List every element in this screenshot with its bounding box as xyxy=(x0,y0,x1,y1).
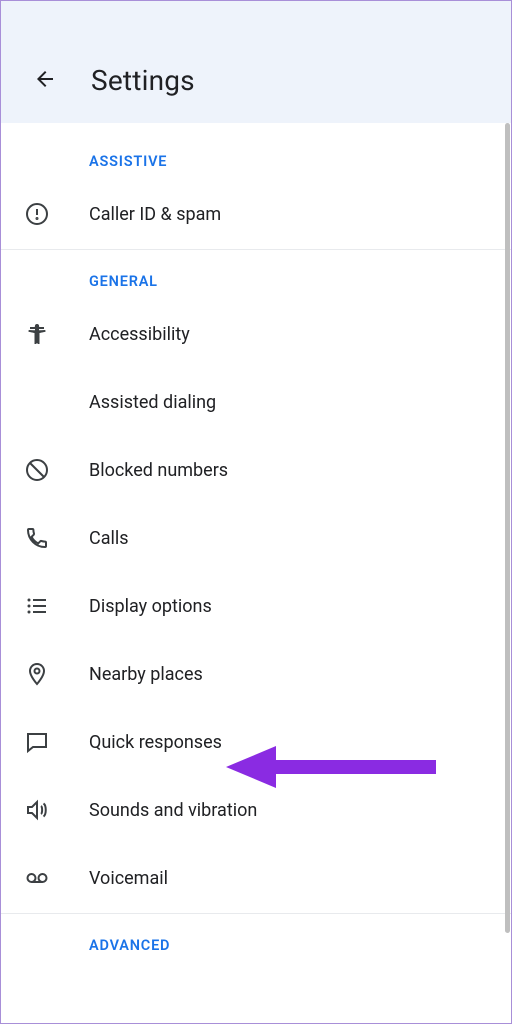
item-accessibility[interactable]: Accessibility xyxy=(1,300,511,368)
section-header-advanced: ADVANCED xyxy=(1,915,511,964)
scrollbar[interactable] xyxy=(505,123,510,933)
divider xyxy=(1,913,511,914)
item-label: Voicemail xyxy=(89,868,168,889)
section-header-general: GENERAL xyxy=(1,251,511,300)
settings-list: ASSISTIVE Caller ID & spam GENERAL Acces… xyxy=(1,123,511,964)
item-calls[interactable]: Calls xyxy=(1,504,511,572)
block-icon xyxy=(1,458,89,482)
location-icon xyxy=(1,662,89,686)
item-label: Assisted dialing xyxy=(89,392,216,413)
item-quick-responses[interactable]: Quick responses xyxy=(1,708,511,776)
item-label: Sounds and vibration xyxy=(89,800,257,821)
item-label: Caller ID & spam xyxy=(89,204,221,225)
divider xyxy=(1,249,511,250)
item-label: Calls xyxy=(89,528,129,549)
accessibility-icon xyxy=(1,322,89,346)
alert-circle-icon xyxy=(1,202,89,226)
item-label: Accessibility xyxy=(89,324,190,345)
speaker-icon xyxy=(1,798,89,822)
page-title: Settings xyxy=(91,64,195,97)
back-arrow-icon xyxy=(33,67,57,91)
item-label: Display options xyxy=(89,596,212,617)
item-voicemail[interactable]: Voicemail xyxy=(1,844,511,912)
header: Settings xyxy=(1,1,511,123)
item-display-options[interactable]: Display options xyxy=(1,572,511,640)
item-label: Nearby places xyxy=(89,664,203,685)
phone-icon xyxy=(1,526,89,550)
chat-icon xyxy=(1,730,89,754)
list-icon xyxy=(1,594,89,618)
item-assisted-dialing[interactable]: Assisted dialing xyxy=(1,368,511,436)
item-caller-id-spam[interactable]: Caller ID & spam xyxy=(1,180,511,248)
back-button[interactable] xyxy=(25,59,65,99)
voicemail-icon xyxy=(1,866,89,890)
item-sounds-vibration[interactable]: Sounds and vibration xyxy=(1,776,511,844)
item-label: Blocked numbers xyxy=(89,460,228,481)
item-nearby-places[interactable]: Nearby places xyxy=(1,640,511,708)
item-label: Quick responses xyxy=(89,732,222,753)
item-blocked-numbers[interactable]: Blocked numbers xyxy=(1,436,511,504)
section-header-assistive: ASSISTIVE xyxy=(1,131,511,180)
